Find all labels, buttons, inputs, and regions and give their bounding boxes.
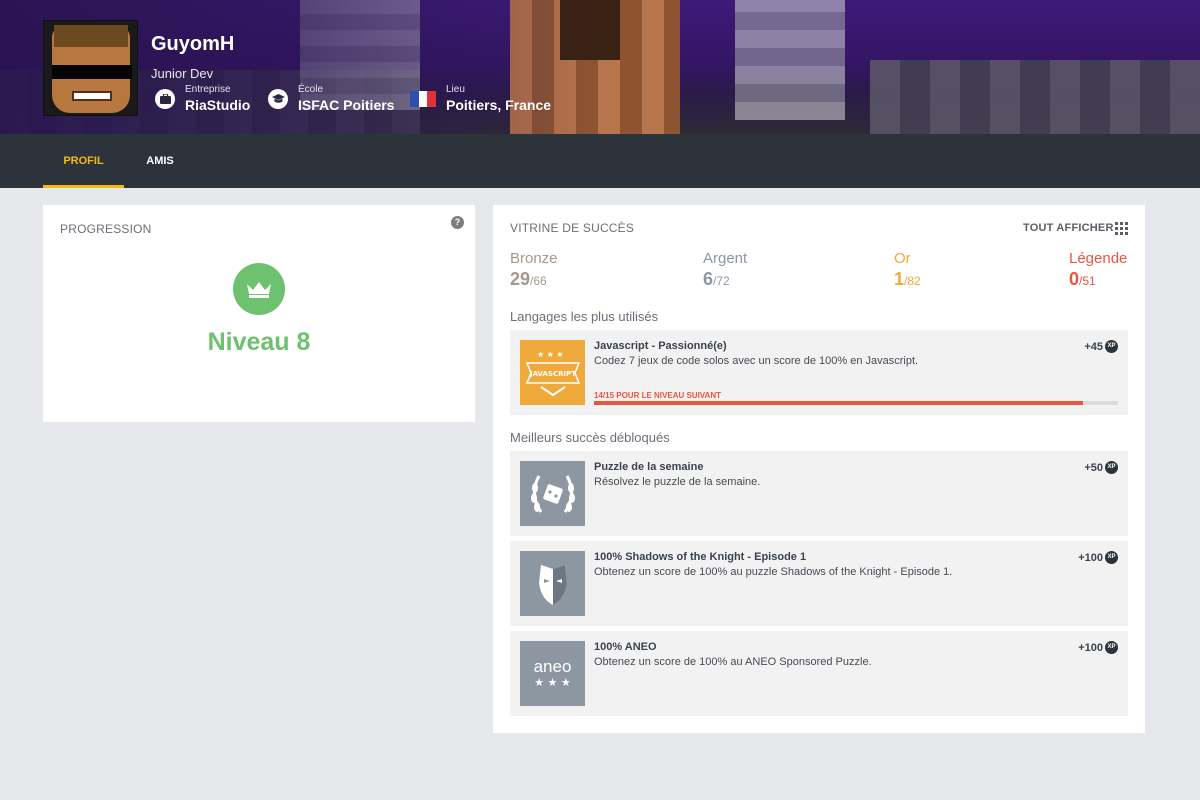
tier-unlocked: 0	[1069, 269, 1080, 289]
best-achievements-label: Meilleurs succès débloqués	[510, 430, 670, 445]
achievement-description: Obtenez un score de 100% au ANEO Sponsor…	[594, 656, 872, 668]
tier-count: 29/66	[510, 269, 558, 290]
achievement-xp: +100 XP	[1078, 551, 1118, 564]
tier-name: Bronze	[510, 250, 558, 267]
tier-count: 1/82	[894, 269, 921, 290]
languages-label: Langages les plus utilisés	[510, 309, 659, 324]
xp-icon: XP	[1105, 340, 1118, 353]
school-info: École ISFAC Poitiers	[268, 84, 394, 114]
tier-bronze: Bronze 29/66	[510, 250, 558, 290]
tier-total: /51	[1079, 274, 1096, 288]
achievement-card[interactable]: 100% Shadows of the Knight - Episode 1 O…	[510, 541, 1128, 626]
company-value: RiaStudio	[185, 97, 251, 113]
achievement-name: 100% ANEO	[594, 641, 657, 653]
school-label: École	[298, 84, 324, 95]
xp-icon: XP	[1105, 641, 1118, 654]
profile-tabs: PROFIL AMIS	[0, 134, 1200, 188]
xp-value: +45	[1084, 340, 1103, 353]
tab-amis[interactable]: AMIS	[136, 134, 184, 188]
progression-title: PROGRESSION	[60, 222, 152, 236]
graduation-cap-icon	[268, 89, 288, 109]
showcase-title: VITRINE DE SUCCÈS	[510, 221, 635, 235]
progress-bar	[594, 401, 1118, 405]
laurel-dice-icon	[520, 461, 585, 526]
achievement-xp: +50 XP	[1084, 461, 1118, 474]
badge-text: JAVASCRIPT	[529, 370, 576, 378]
achievement-description: Obtenez un score de 100% au puzzle Shado…	[594, 566, 953, 578]
show-all-link[interactable]: TOUT AFFICHER	[1023, 222, 1114, 234]
achievement-card[interactable]: Puzzle de la semaine Résolvez le puzzle …	[510, 451, 1128, 536]
tier-unlocked: 1	[894, 269, 905, 289]
achievement-description: Codez 7 jeux de code solos avec un score…	[594, 355, 919, 367]
tier-name: Légende	[1069, 250, 1128, 267]
javascript-badge-icon: ★ ★ ★ JAVASCRIPT	[520, 340, 585, 405]
location-info: Lieu Poitiers, France	[410, 84, 551, 114]
xp-value: +50	[1084, 461, 1103, 474]
tier-argent: Argent 6/72	[703, 250, 747, 290]
tier-or: Or 1/82	[894, 250, 921, 290]
tier-total: /72	[713, 274, 730, 288]
crown-icon	[233, 263, 285, 315]
tier-name: Argent	[703, 250, 748, 267]
avatar[interactable]	[43, 20, 138, 116]
achievement-name: Puzzle de la semaine	[594, 461, 704, 473]
tier-legende: Légende 0/51	[1069, 250, 1127, 290]
banner-art	[870, 60, 1200, 134]
help-icon[interactable]: ?	[451, 216, 464, 229]
progress-label: 14/15 POUR LE NIVEAU SUIVANT	[594, 391, 721, 400]
tab-profil[interactable]: PROFIL	[43, 134, 124, 188]
location-value: Poitiers, France	[446, 97, 552, 113]
achievement-description: Résolvez le puzzle de la semaine.	[594, 476, 761, 488]
tier-name: Or	[894, 250, 911, 267]
xp-icon: XP	[1105, 551, 1118, 564]
achievement-card[interactable]: aneo ★ ★ ★ 100% ANEO Obtenez un score de…	[510, 631, 1128, 716]
user-role: Junior Dev	[151, 66, 214, 81]
xp-value: +100	[1078, 641, 1103, 654]
progress-fill	[594, 401, 1083, 405]
mask-icon	[520, 551, 585, 616]
tier-unlocked: 6	[703, 269, 714, 289]
company-info: Entreprise RiaStudio	[155, 84, 250, 114]
tier-total: /82	[904, 274, 921, 288]
location-label: Lieu	[446, 84, 465, 95]
xp-icon: XP	[1105, 461, 1118, 474]
language-achievement[interactable]: ★ ★ ★ JAVASCRIPT Javascript - Passionné(…	[510, 330, 1128, 415]
aneo-logo-icon: aneo ★ ★ ★	[520, 641, 585, 706]
tier-unlocked: 29	[510, 269, 531, 289]
achievement-name: 100% Shadows of the Knight - Episode 1	[594, 551, 807, 563]
briefcase-icon	[155, 89, 175, 109]
tier-count: 6/72	[703, 269, 747, 290]
achievement-xp: +45 XP	[1084, 340, 1118, 353]
company-label: Entreprise	[185, 84, 231, 95]
tier-count: 0/51	[1069, 269, 1127, 290]
banner-art	[735, 0, 845, 120]
aneo-badge-text: aneo	[533, 656, 572, 676]
school-value: ISFAC Poitiers	[298, 97, 395, 113]
achievement-xp: +100 XP	[1078, 641, 1118, 654]
svg-text:★ ★ ★: ★ ★ ★	[537, 350, 564, 359]
france-flag-icon	[410, 91, 437, 107]
xp-value: +100	[1078, 551, 1103, 564]
user-name: GuyomH	[151, 33, 235, 55]
tier-total: /66	[530, 274, 547, 288]
level-text: Niveau 8	[207, 328, 311, 356]
achievement-name: Javascript - Passionné(e)	[594, 340, 727, 352]
grid-icon[interactable]	[1115, 222, 1128, 235]
